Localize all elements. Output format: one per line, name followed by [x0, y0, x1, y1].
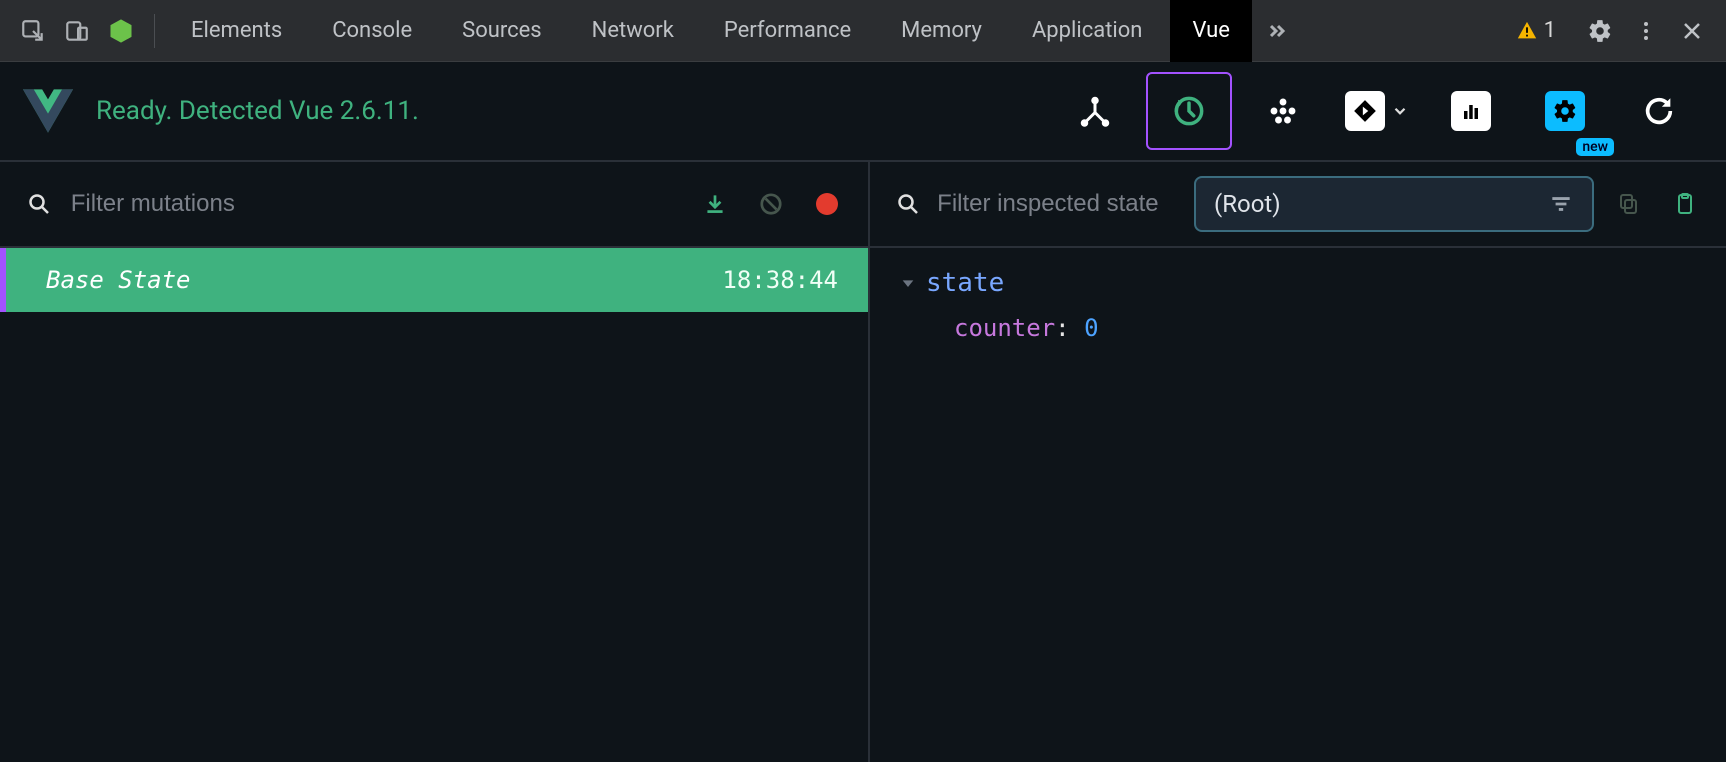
tab-routing[interactable] — [1334, 72, 1420, 150]
tab-events[interactable] — [1240, 72, 1326, 150]
devtools-tab-bar: Elements Console Sources Network Perform… — [0, 0, 1726, 62]
kebab-menu-icon[interactable] — [1626, 11, 1666, 51]
mutations-pane: Base State 18:38:44 — [0, 162, 870, 762]
record-icon[interactable] — [806, 183, 848, 225]
revert-icon[interactable] — [750, 183, 792, 225]
refresh-button[interactable] — [1616, 72, 1702, 150]
state-section-title: state — [926, 268, 1004, 298]
filter-list-icon — [1548, 191, 1574, 217]
tab-vuex[interactable] — [1146, 72, 1232, 150]
search-icon — [890, 183, 925, 225]
tab-settings[interactable]: new — [1522, 72, 1608, 150]
warnings-indicator[interactable]: 1 — [1516, 18, 1556, 43]
state-viewer: state counter: 0 — [870, 248, 1726, 762]
warnings-count: 1 — [1544, 18, 1556, 43]
copy-state-icon[interactable] — [1608, 183, 1650, 225]
mutation-label: Base State — [46, 266, 191, 294]
tab-divider — [154, 14, 155, 48]
tab-sources[interactable]: Sources — [440, 0, 564, 62]
tab-console[interactable]: Console — [310, 0, 434, 62]
commit-icon[interactable] — [694, 183, 736, 225]
collapse-arrow-icon[interactable] — [900, 275, 916, 291]
import-state-icon[interactable] — [1664, 183, 1706, 225]
mutation-list: Base State 18:38:44 — [0, 248, 868, 762]
tab-application[interactable]: Application — [1010, 0, 1164, 62]
state-colon: : — [1055, 314, 1084, 342]
tab-performance[interactable]: Performance — [702, 0, 873, 62]
module-selector[interactable]: (Root) — [1194, 176, 1594, 232]
state-toolbar: (Root) — [870, 162, 1726, 248]
tab-memory[interactable]: Memory — [879, 0, 1004, 62]
state-kv: counter: 0 — [954, 314, 1696, 342]
main-split: Base State 18:38:44 (Root) — [0, 162, 1726, 762]
tab-vue[interactable]: Vue — [1170, 0, 1252, 62]
toggle-device-icon[interactable] — [58, 12, 96, 50]
node-icon[interactable] — [102, 12, 140, 50]
more-tabs-icon[interactable] — [1258, 12, 1296, 50]
module-selector-value: (Root) — [1214, 190, 1281, 218]
state-key: counter — [954, 314, 1055, 342]
vue-logo-icon — [20, 83, 76, 139]
state-pane: (Root) state counter: 0 — [870, 162, 1726, 762]
mutation-row[interactable]: Base State 18:38:44 — [0, 248, 868, 312]
tab-performance[interactable] — [1428, 72, 1514, 150]
mutations-toolbar — [0, 162, 868, 248]
close-devtools-icon[interactable] — [1672, 11, 1712, 51]
tab-elements[interactable]: Elements — [169, 0, 304, 62]
vue-status-text: Ready. Detected Vue 2.6.11. — [96, 96, 419, 126]
settings-icon[interactable] — [1580, 11, 1620, 51]
mutation-time: 18:38:44 — [722, 266, 838, 294]
tab-network[interactable]: Network — [570, 0, 696, 62]
filter-state-input[interactable] — [937, 190, 1180, 218]
state-value: 0 — [1084, 314, 1098, 342]
new-badge: new — [1576, 138, 1614, 156]
vue-devtools-header: Ready. Detected Vue 2.6.11. new — [0, 62, 1726, 162]
chevron-down-icon — [1391, 102, 1409, 120]
filter-mutations-input[interactable] — [71, 190, 680, 218]
search-icon — [20, 183, 59, 225]
inspect-element-icon[interactable] — [14, 12, 52, 50]
tab-components[interactable] — [1052, 72, 1138, 150]
